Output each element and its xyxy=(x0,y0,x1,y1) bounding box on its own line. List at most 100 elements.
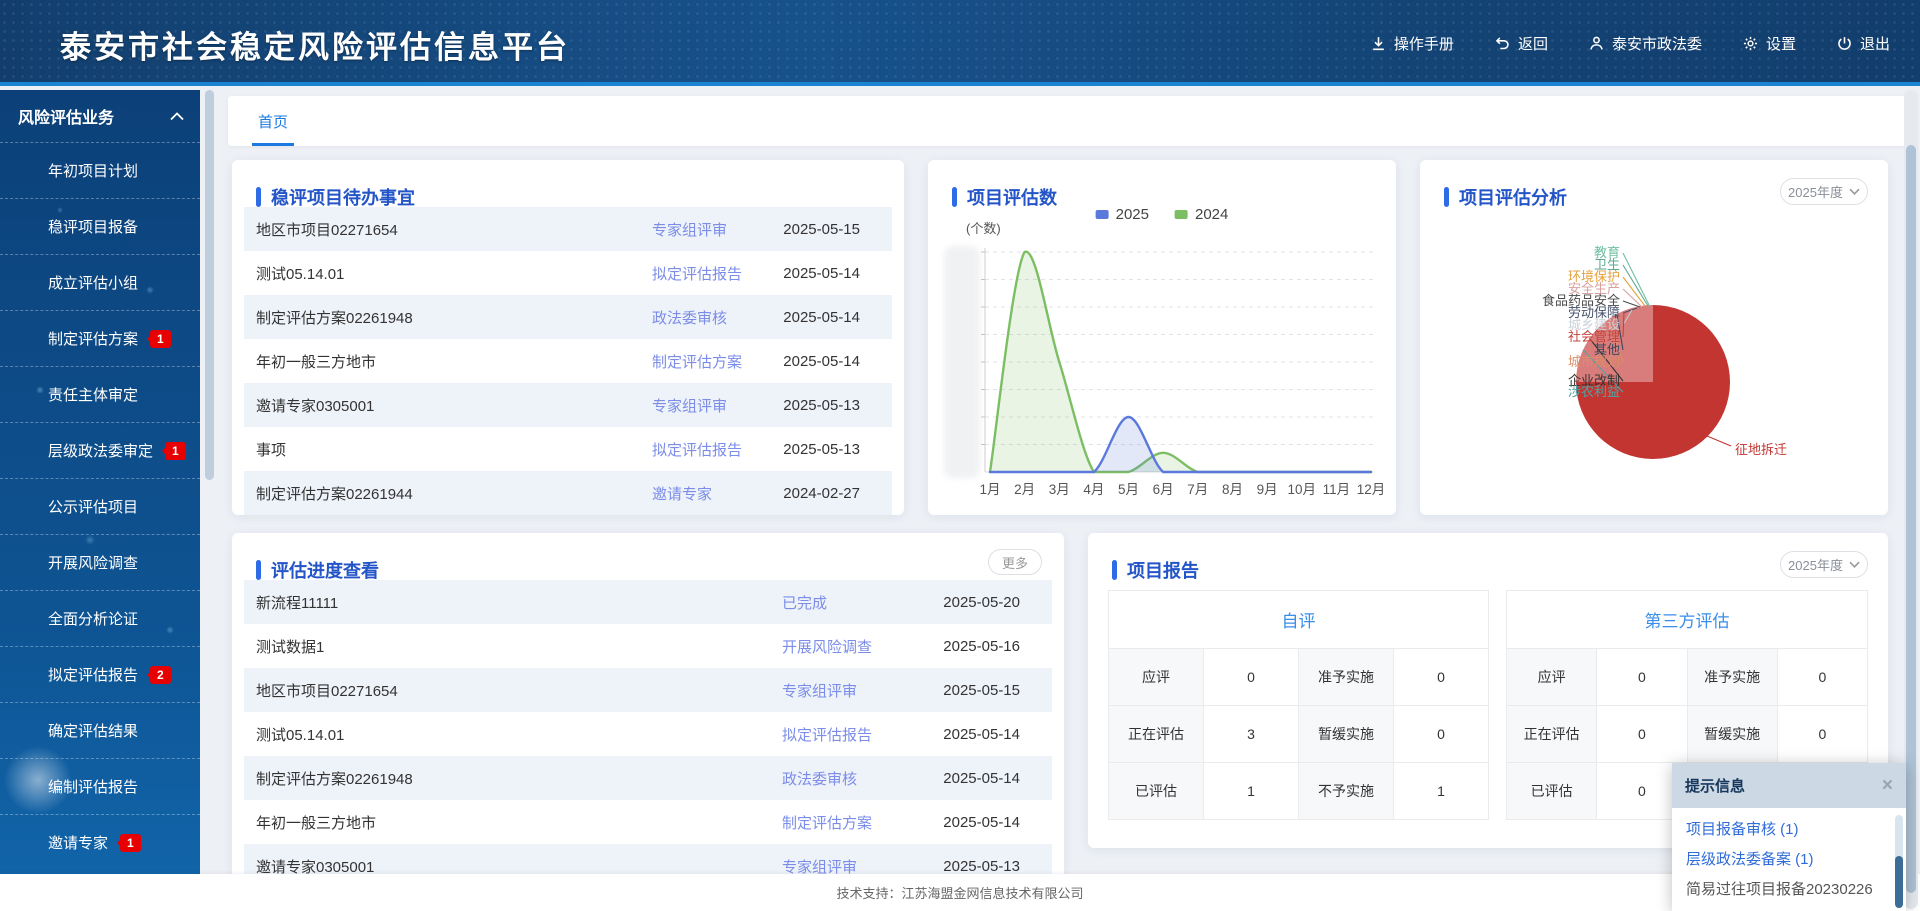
sidebar-item-2[interactable]: 稳评项目报备 xyxy=(0,198,200,254)
analysis-card: 项目评估分析 2025年度 征地拆迁教育卫生环境保护安全生产食品药品安全劳动保障… xyxy=(1420,160,1888,515)
notice-text-item: 简易过往项目报备20230226 xyxy=(1686,878,1892,899)
item-name: 测试数据1 xyxy=(256,636,324,657)
table-label-cell: 暂缓实施 xyxy=(1299,706,1394,763)
table-value-cell: 0 xyxy=(1394,649,1489,706)
table-label-cell: 暂缓实施 xyxy=(1687,706,1777,763)
manual-button[interactable]: 操作手册 xyxy=(1370,33,1454,54)
svg-text:12月: 12月 xyxy=(1357,482,1386,497)
sidebar-item-label: 层级政法委审定 xyxy=(48,440,153,461)
table-value-cell: 0 xyxy=(1204,649,1299,706)
table-row: 正在评估3暂缓实施0 xyxy=(1109,706,1489,763)
sidebar-item-9[interactable]: 全面分析论证 xyxy=(0,590,200,646)
svg-text:6月: 6月 xyxy=(1153,482,1174,497)
svg-text:4月: 4月 xyxy=(1083,482,1104,497)
table-value-cell: 0 xyxy=(1597,706,1687,763)
pie-label-城市规划: 城市规划 xyxy=(1424,354,1620,370)
table-label-cell: 正在评估 xyxy=(1507,706,1597,763)
sidebar-item-label: 邀请专家 xyxy=(48,832,108,853)
item-name: 制定评估方案02261944 xyxy=(256,483,413,504)
item-status-link[interactable]: 拟定评估报告 xyxy=(652,263,742,284)
table-row: 应评0准予实施0 xyxy=(1507,649,1868,706)
sidebar-item-label: 拟定评估报告 xyxy=(48,664,138,685)
more-button-label: 更多 xyxy=(1002,553,1028,572)
report-title-text: 项目报告 xyxy=(1127,557,1199,583)
more-button[interactable]: 更多 xyxy=(988,549,1042,575)
sidebar-item-3[interactable]: 成立评估小组 xyxy=(0,254,200,310)
sidebar-group-label: 风险评估业务 xyxy=(18,104,114,128)
item-status-link[interactable]: 已完成 xyxy=(782,592,827,613)
notice-link-item[interactable]: 层级政法委备案 (1) xyxy=(1686,848,1892,869)
item-name: 测试05.14.01 xyxy=(256,724,344,745)
item-status-link[interactable]: 拟定评估报告 xyxy=(782,724,872,745)
table-label-cell: 已评估 xyxy=(1507,763,1597,820)
table-value-cell: 1 xyxy=(1204,763,1299,820)
report-card-title: 项目报告 xyxy=(1112,557,1199,583)
header-bar: 泰安市社会稳定风险评估信息平台 操作手册 返回 泰安市政法委 设置 退出 xyxy=(0,0,1920,86)
notification-badge: 2 xyxy=(150,666,171,684)
account-button[interactable]: 泰安市政法委 xyxy=(1588,33,1702,54)
item-status-link[interactable]: 开展风险调查 xyxy=(782,636,872,657)
page-scrollbar[interactable] xyxy=(1904,90,1918,909)
sidebar-item-11[interactable]: 确定评估结果 xyxy=(0,702,200,758)
table-label-cell: 已评估 xyxy=(1109,763,1204,820)
sidebar-items: 年初项目计划稳评项目报备成立评估小组制定评估方案1 责任主体审定层级政法委审定1公… xyxy=(0,142,200,870)
return-icon xyxy=(1494,35,1511,52)
svg-text:5月: 5月 xyxy=(1118,482,1139,497)
sidebar-group-risk-assessment[interactable]: 风险评估业务 xyxy=(0,90,200,142)
item-status-link[interactable]: 制定评估方案 xyxy=(782,812,872,833)
sidebar-item-12[interactable]: 编制评估报告 xyxy=(0,758,200,814)
notice-link-item[interactable]: 项目报备审核 (1) xyxy=(1686,818,1892,839)
item-date: 2025-05-13 xyxy=(783,397,860,414)
sidebar-scrollbar[interactable] xyxy=(203,90,215,874)
item-status-link[interactable]: 专家组评审 xyxy=(652,219,727,240)
item-status-link[interactable]: 政法委审核 xyxy=(652,307,727,328)
list-item: 制定评估方案02261944邀请专家2024-02-27 xyxy=(244,471,892,515)
report-year-dropdown[interactable]: 2025年度 xyxy=(1780,551,1868,578)
item-status-link[interactable]: 专家组评审 xyxy=(782,680,857,701)
settings-button[interactable]: 设置 xyxy=(1742,33,1796,54)
list-item: 年初一般三方地市 制定评估方案 2025-05-14 xyxy=(244,800,1052,844)
header-menu: 操作手册 返回 泰安市政法委 设置 退出 xyxy=(1370,0,1890,86)
sidebar-scrollbar-thumb[interactable] xyxy=(205,90,214,480)
power-icon xyxy=(1836,35,1853,52)
logout-button[interactable]: 退出 xyxy=(1836,33,1890,54)
tab-home[interactable]: 首页 xyxy=(242,96,304,146)
chevron-up-icon xyxy=(170,112,184,121)
todo-card: 稳评项目待办事宜 地区市项目02271654专家组评审2025-05-15测试0… xyxy=(232,160,904,515)
notice-scrollbar[interactable] xyxy=(1895,815,1903,908)
table-label-cell: 正在评估 xyxy=(1109,706,1204,763)
back-button[interactable]: 返回 xyxy=(1494,33,1548,54)
item-date: 2025-05-14 xyxy=(783,353,860,370)
list-item: 制定评估方案02261948政法委审核2025-05-14 xyxy=(244,756,1052,800)
sidebar-item-6[interactable]: 层级政法委审定1 xyxy=(0,422,200,478)
report-year-value: 2025年度 xyxy=(1788,555,1843,574)
sidebar-item-10[interactable]: 拟定评估报告 2 xyxy=(0,646,200,702)
sidebar-item-1[interactable]: 年初项目计划 xyxy=(0,142,200,198)
item-date: 2025-05-14 xyxy=(943,814,1020,831)
notice-scrollbar-thumb[interactable] xyxy=(1895,856,1903,908)
sidebar-item-7[interactable]: 公示评估项目 xyxy=(0,478,200,534)
page-scrollbar-thumb[interactable] xyxy=(1906,145,1916,893)
eval-count-card: 项目评估数 2025 2024 (个数) 1月2月3月4月5月6月7月8月9月1… xyxy=(928,160,1396,515)
close-icon[interactable]: × xyxy=(1882,776,1893,795)
sidebar: 风险评估业务 年初项目计划稳评项目报备成立评估小组制定评估方案1责任主体审定层级… xyxy=(0,90,200,874)
table-label-cell: 准予实施 xyxy=(1687,649,1777,706)
table-value-cell: 0 xyxy=(1597,649,1687,706)
sidebar-item-4[interactable]: 制定评估方案1 xyxy=(0,310,200,366)
list-item: 制定评估方案02261948政法委审核2025-05-14 xyxy=(244,295,892,339)
item-name: 年初一般三方地市 xyxy=(256,812,376,833)
sidebar-item-13[interactable]: 邀请专家1 xyxy=(0,814,200,870)
sidebar-item-label: 责任主体审定 xyxy=(48,384,138,405)
item-status-link[interactable]: 制定评估方案 xyxy=(652,351,742,372)
chevron-down-icon xyxy=(1849,561,1860,568)
item-date: 2025-05-13 xyxy=(783,441,860,458)
sidebar-item-8[interactable]: 开展风险调查 xyxy=(0,534,200,590)
item-status-link[interactable]: 拟定评估报告 xyxy=(652,439,742,460)
sidebar-item-5[interactable]: 责任主体审定 xyxy=(0,366,200,422)
table-label-cell: 应评 xyxy=(1507,649,1597,706)
table-row: 已评估1不予实施1 xyxy=(1109,763,1489,820)
item-status-link[interactable]: 专家组评审 xyxy=(652,395,727,416)
item-status-link[interactable]: 邀请专家 xyxy=(652,483,712,504)
item-status-link[interactable]: 政法委审核 xyxy=(782,768,857,789)
sidebar-item-label: 全面分析论证 xyxy=(48,608,138,629)
